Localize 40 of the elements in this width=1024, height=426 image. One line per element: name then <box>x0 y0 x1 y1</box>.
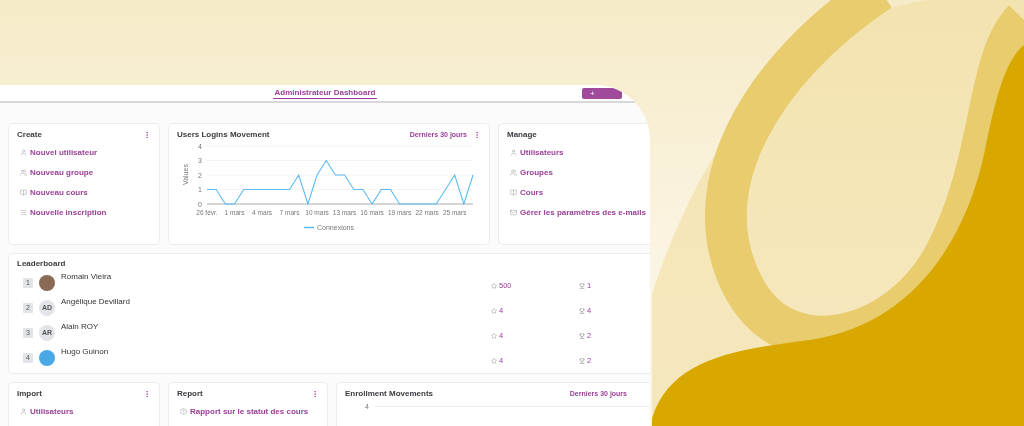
more-icon[interactable] <box>473 130 481 139</box>
dashboard-tab[interactable]: Administrateur Dashboard <box>272 88 378 99</box>
card-title: Report <box>177 389 203 398</box>
avatar-logo <box>39 349 55 366</box>
nav-link[interactable]: Nouveau cours <box>20 188 88 197</box>
nav-link[interactable]: Cours <box>510 188 544 197</box>
user-name: Hugo Guinon <box>61 347 110 356</box>
book-icon <box>510 189 517 196</box>
user-icon <box>20 149 27 156</box>
nav-link[interactable]: Rapport sur le statut des cours <box>180 407 309 416</box>
nav-link[interactable]: Gérer les paramètres des e-mails <box>510 208 646 217</box>
nav-link[interactable]: Nouveau groupe <box>20 168 94 177</box>
user-icon <box>20 408 27 415</box>
card-title: Import <box>17 389 42 398</box>
users-icon <box>20 169 27 176</box>
nav-link[interactable]: Utilisateurs <box>510 148 564 157</box>
nav-link[interactable]: Groupes <box>510 168 553 177</box>
nav-link[interactable]: Nouvel utilisateur <box>20 148 98 157</box>
nav-link[interactable]: Nouvelle inscription <box>20 208 107 217</box>
more-icon[interactable] <box>143 389 151 398</box>
lines-icon <box>20 209 27 216</box>
card-title: Leaderboard <box>17 259 66 268</box>
circle-icon <box>180 408 187 415</box>
add-button[interactable]: + <box>582 88 622 99</box>
book-icon <box>20 189 27 196</box>
nav-link[interactable]: Utilisateurs <box>20 407 74 416</box>
user-icon <box>510 149 517 156</box>
more-icon[interactable] <box>311 389 319 398</box>
avatar-photo-placeholder <box>39 274 55 291</box>
user-name: Alain ROY <box>61 322 100 331</box>
card-title: Manage <box>507 130 537 139</box>
card-title: Create <box>17 130 42 139</box>
legend-line-icon <box>304 226 314 229</box>
envelope-icon <box>510 209 517 216</box>
card-title: Enrollment Movements <box>345 389 433 398</box>
user-name: Angélique Devillard <box>61 297 131 306</box>
more-icon[interactable] <box>143 130 151 139</box>
users-icon <box>510 169 517 176</box>
card-title: Users Logins Movement <box>177 130 270 139</box>
user-name: Romain Vieira <box>61 272 113 281</box>
